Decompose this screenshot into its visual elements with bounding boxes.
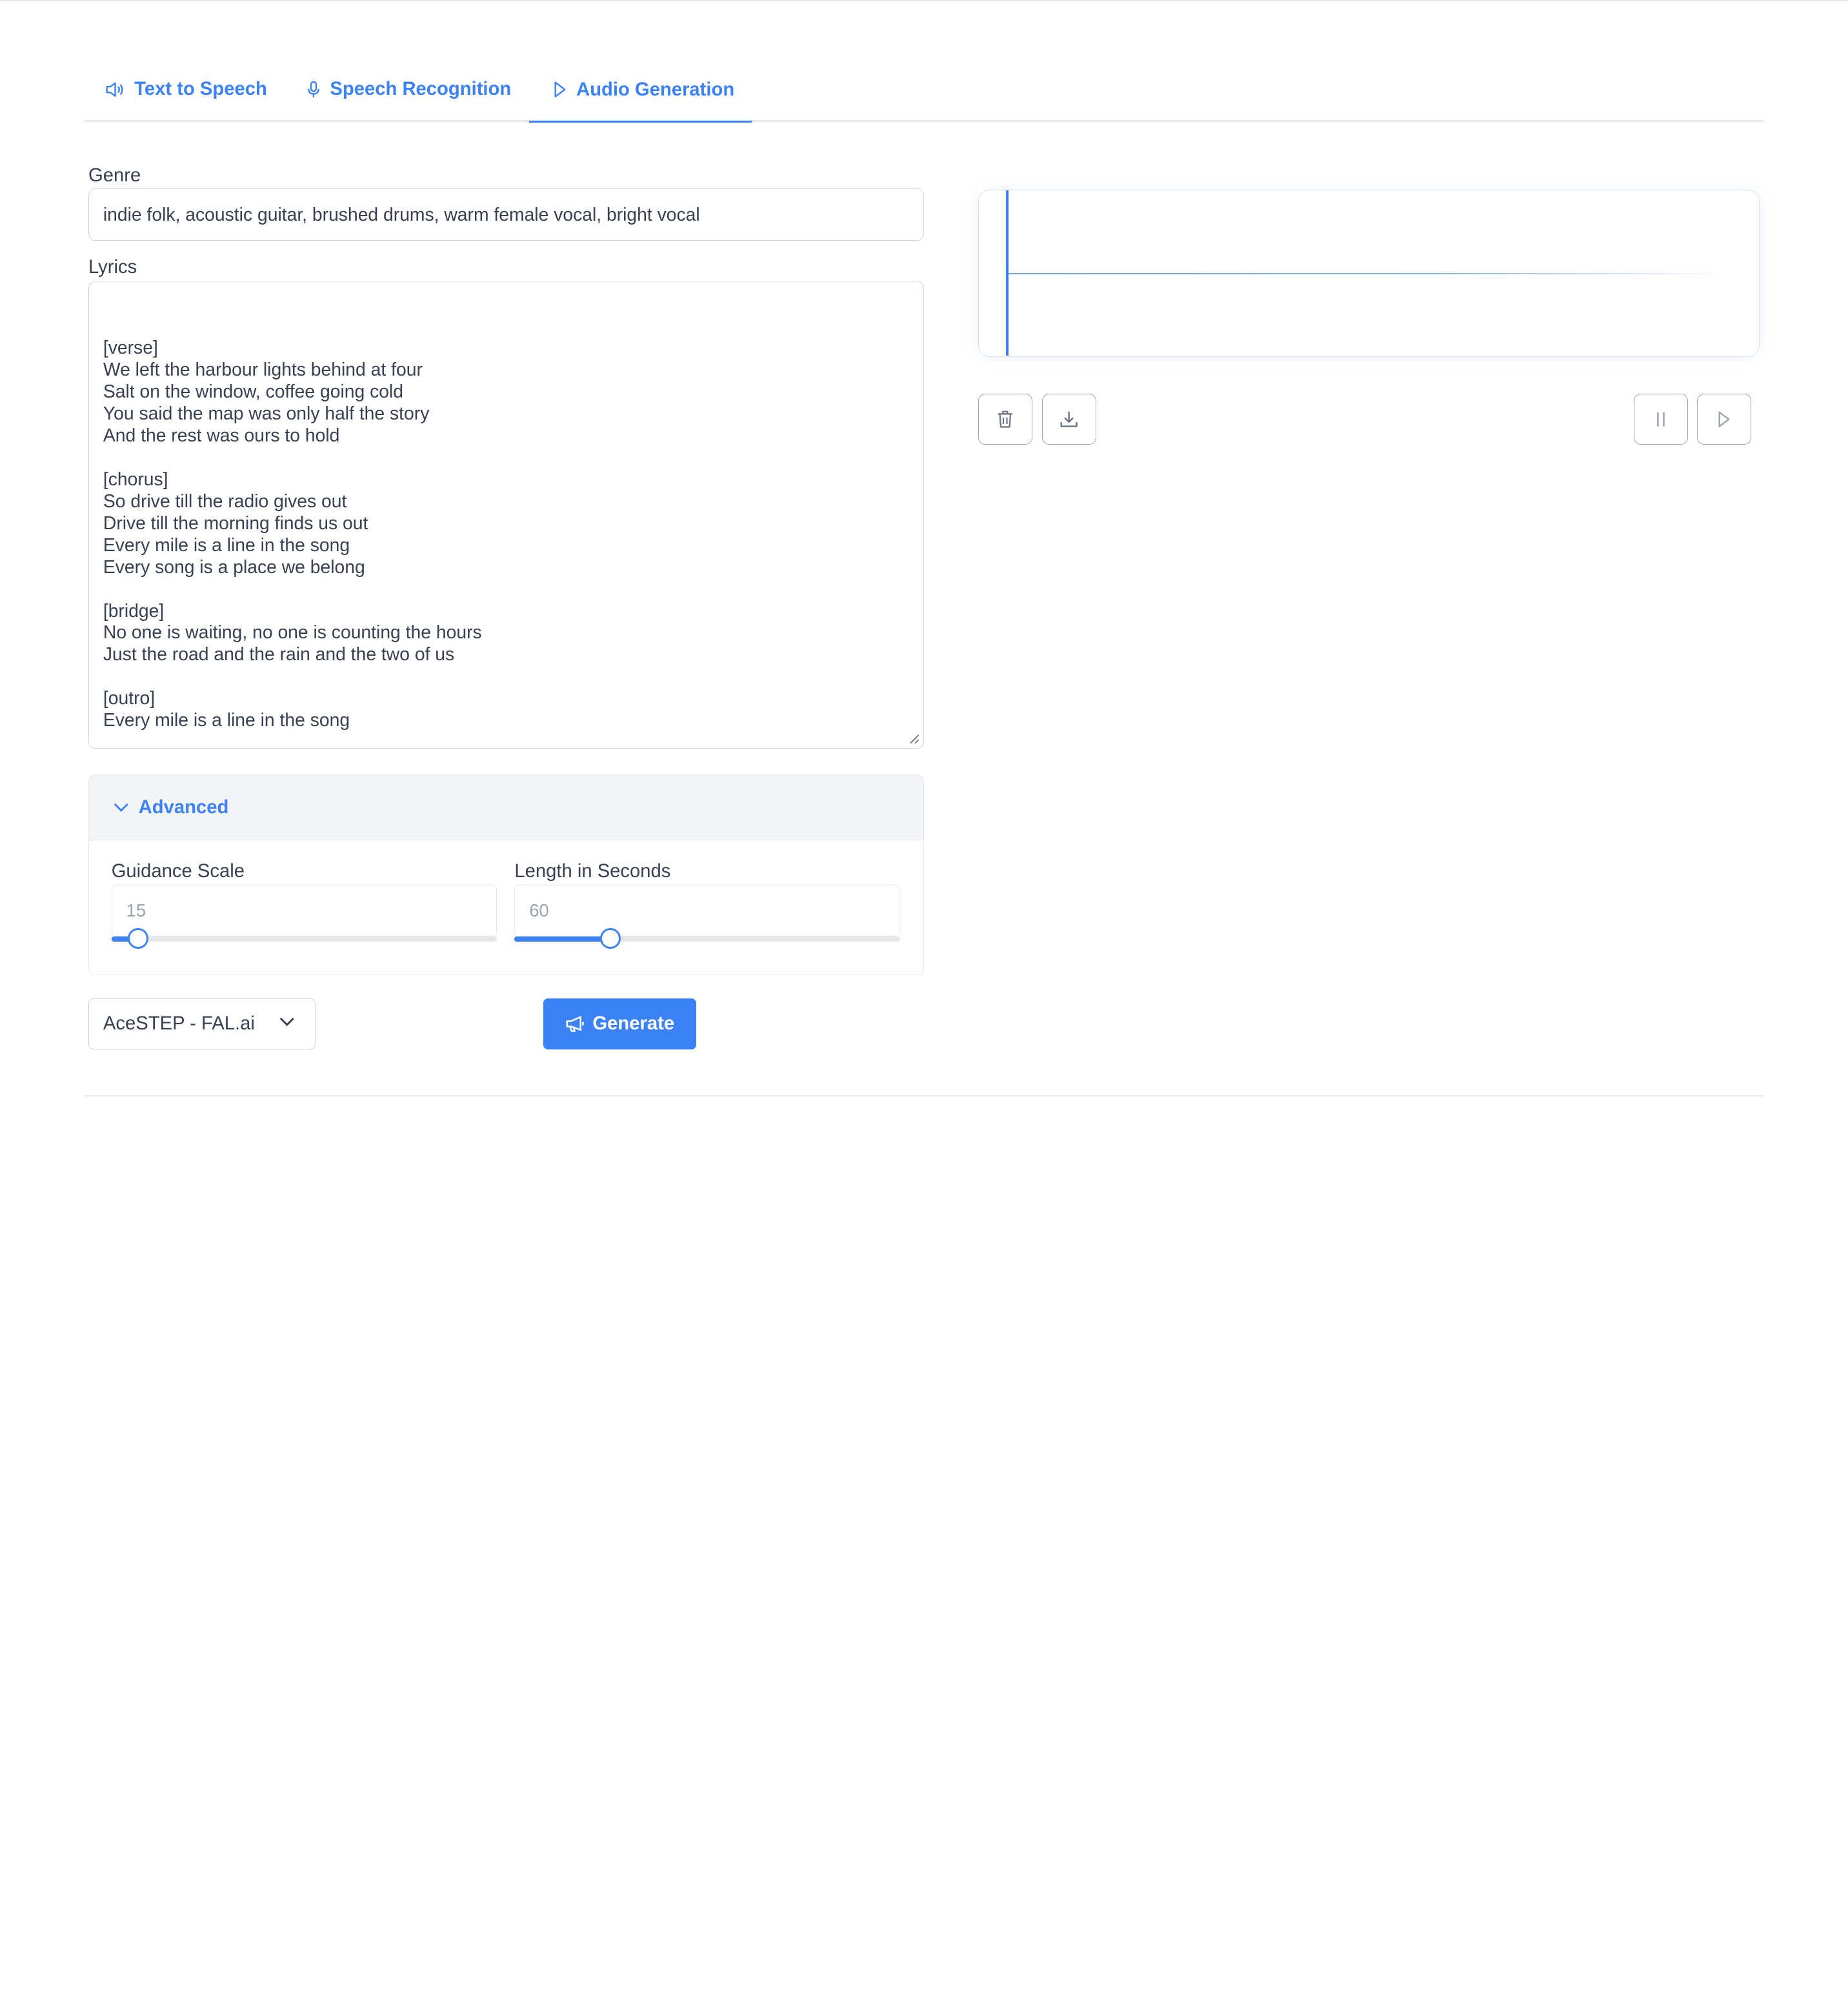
pause-button[interactable] bbox=[1633, 394, 1688, 445]
download-button[interactable] bbox=[1041, 394, 1096, 445]
guidance-scale-input[interactable]: 15 bbox=[111, 884, 497, 937]
lyrics-text: [verse] We left the harbour lights behin… bbox=[103, 336, 482, 731]
model-select-value: AceSTEP - FAL.ai bbox=[103, 1013, 255, 1034]
guidance-scale-slider[interactable] bbox=[111, 928, 497, 949]
bottom-divider bbox=[83, 1095, 1765, 1097]
download-icon bbox=[1060, 411, 1078, 427]
delete-button[interactable] bbox=[978, 394, 1032, 445]
top-divider bbox=[0, 0, 1848, 1]
play-icon bbox=[1718, 411, 1730, 427]
length-slider-fill bbox=[514, 936, 611, 942]
waveform-line bbox=[1008, 272, 1727, 274]
audio-generation-page: Text to Speech Speech Recognition Audio … bbox=[0, 0, 1848, 1097]
resize-handle-icon[interactable] bbox=[909, 734, 919, 744]
chevron-down-icon bbox=[114, 803, 128, 812]
trash-icon bbox=[998, 410, 1012, 428]
tab-label: Audio Generation bbox=[576, 79, 735, 100]
speaker-icon bbox=[106, 82, 123, 97]
tab-label: Text to Speech bbox=[134, 79, 267, 100]
play-button[interactable] bbox=[1697, 394, 1752, 445]
waveform-display[interactable] bbox=[978, 190, 1760, 358]
genre-value: indie folk, acoustic guitar, brushed dru… bbox=[103, 203, 700, 225]
guidance-scale-label: Guidance Scale bbox=[111, 861, 245, 882]
guidance-slider-thumb[interactable] bbox=[128, 928, 148, 949]
tab-audio-generation[interactable]: Audio Generation bbox=[529, 59, 752, 123]
lyrics-textarea[interactable]: [verse] We left the harbour lights behin… bbox=[88, 280, 924, 749]
advanced-title: Advanced bbox=[138, 796, 229, 818]
tab-label: Speech Recognition bbox=[330, 79, 512, 100]
lyrics-label: Lyrics bbox=[88, 257, 137, 278]
play-icon bbox=[554, 81, 566, 98]
length-slider-thumb[interactable] bbox=[600, 928, 621, 949]
advanced-panel: Advanced Guidance Scale 15 Length in Sec… bbox=[88, 774, 924, 975]
generate-label: Generate bbox=[592, 1013, 675, 1034]
genre-label: Genre bbox=[88, 165, 141, 186]
pause-icon bbox=[1656, 412, 1665, 427]
length-seconds-input[interactable]: 60 bbox=[514, 884, 900, 937]
tab-speech-recognition[interactable]: Speech Recognition bbox=[306, 59, 511, 120]
microphone-icon bbox=[307, 81, 319, 97]
genre-input[interactable]: indie folk, acoustic guitar, brushed dru… bbox=[88, 188, 924, 241]
guidance-scale-value: 15 bbox=[126, 900, 146, 921]
megaphone-icon bbox=[566, 1016, 585, 1032]
chevron-down-icon bbox=[279, 1018, 294, 1027]
generate-button[interactable]: Generate bbox=[543, 998, 697, 1049]
length-seconds-slider[interactable] bbox=[514, 928, 900, 949]
tab-text-to-speech[interactable]: Text to Speech bbox=[105, 59, 267, 120]
model-select[interactable]: AceSTEP - FAL.ai bbox=[88, 998, 316, 1049]
length-seconds-label: Length in Seconds bbox=[514, 861, 671, 882]
length-seconds-value: 60 bbox=[529, 900, 549, 921]
advanced-toggle[interactable]: Advanced bbox=[88, 775, 923, 841]
tab-bar: Text to Speech Speech Recognition Audio … bbox=[83, 59, 1765, 123]
